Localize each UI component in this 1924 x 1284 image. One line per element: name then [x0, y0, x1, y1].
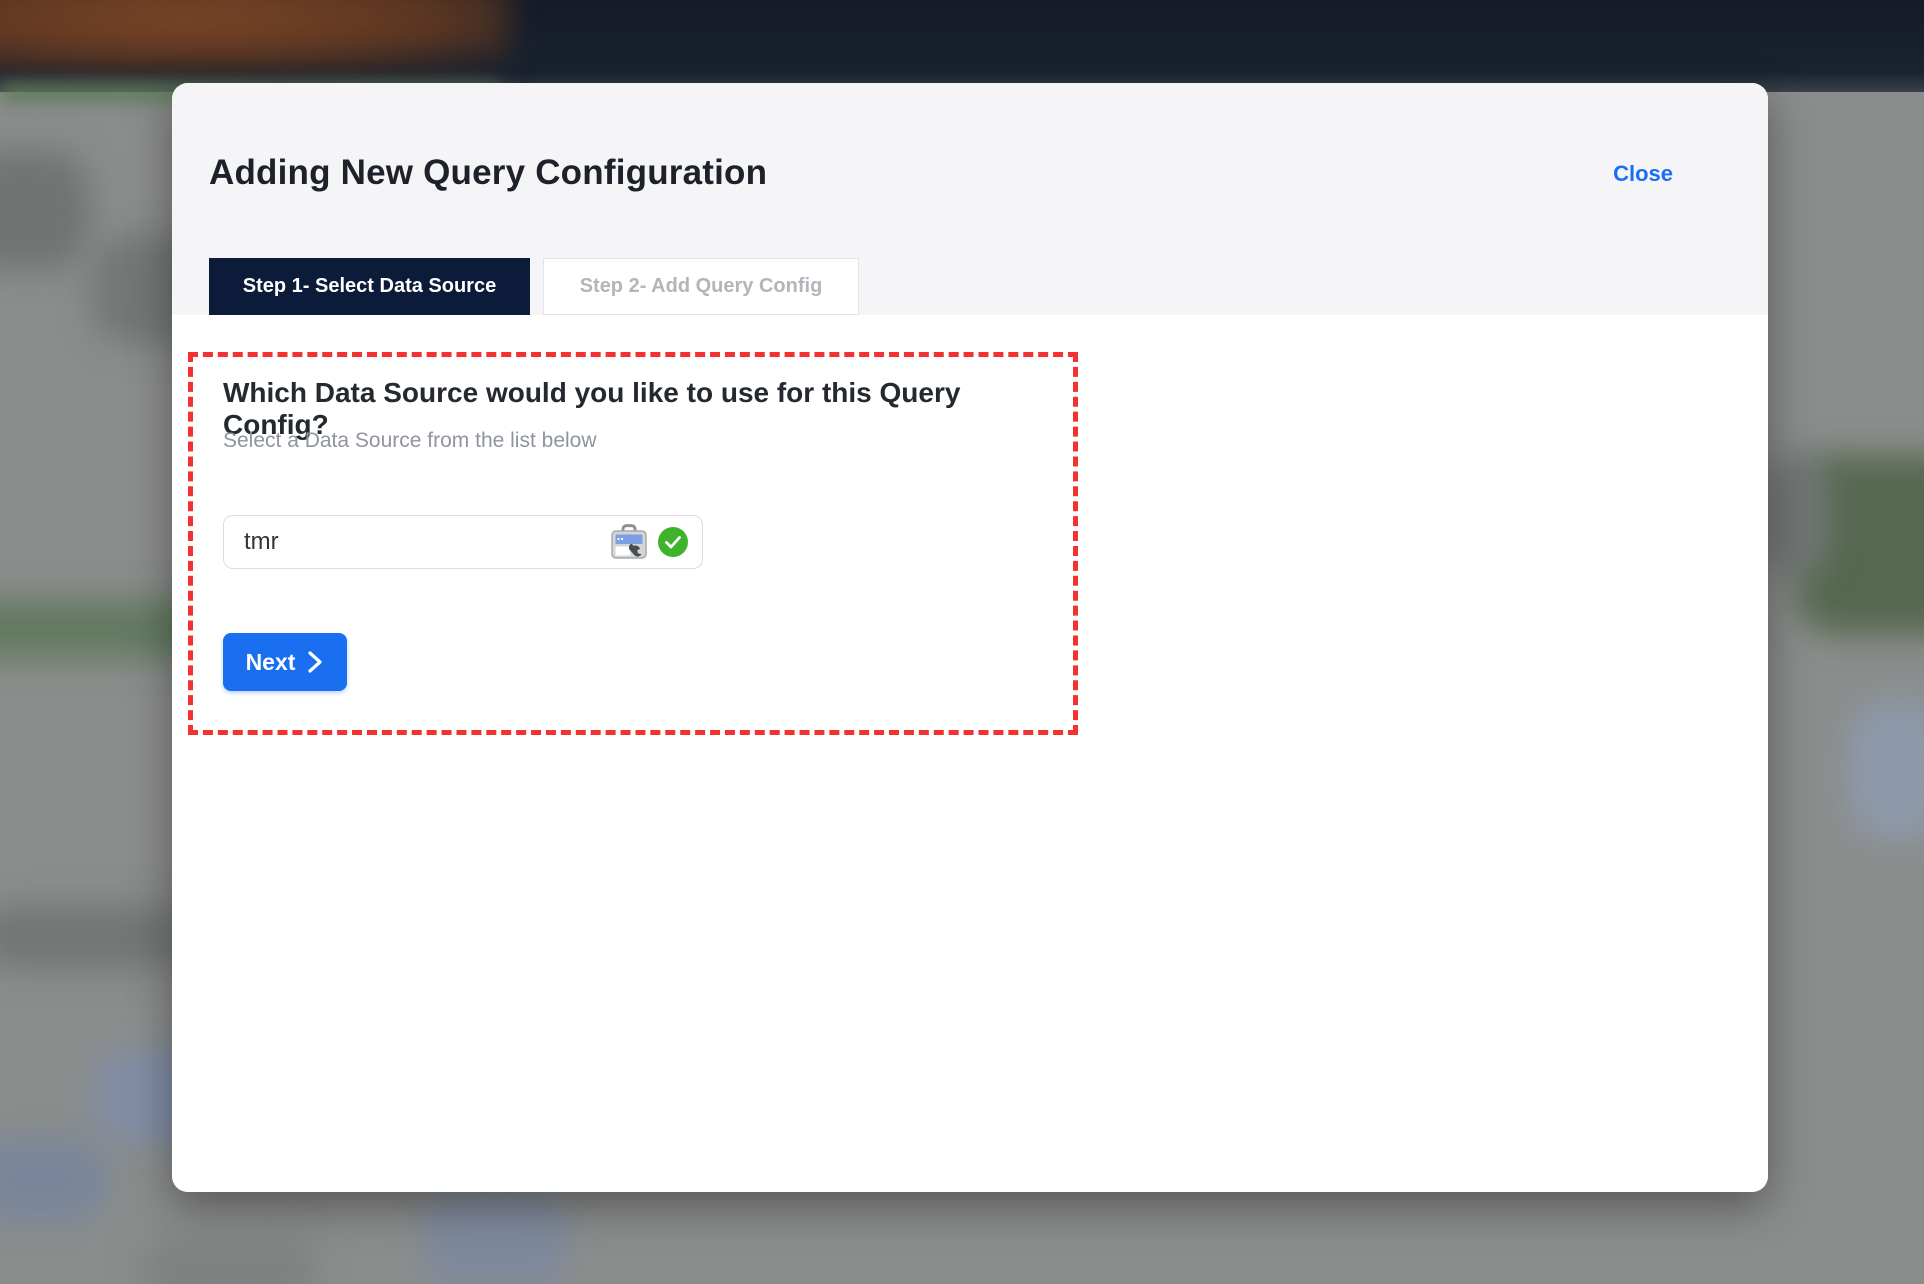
- background-blob: [140, 1235, 320, 1284]
- modal-body: Which Data Source would you like to use …: [172, 315, 1768, 1192]
- toolbox-icon: [609, 523, 649, 561]
- highlight-dashed-box: Which Data Source would you like to use …: [188, 352, 1078, 735]
- background-blob: [0, 905, 190, 969]
- success-check-icon: [658, 527, 688, 557]
- modal-header: Adding New Query Configuration Close Ste…: [172, 83, 1768, 315]
- step-tabs: Step 1- Select Data Source Step 2- Add Q…: [209, 258, 859, 315]
- background-top-nav: [0, 0, 1924, 92]
- background-blob: [1848, 700, 1924, 840]
- background-blob: [1760, 455, 1830, 575]
- tab-step2-add-query-config[interactable]: Step 2- Add Query Config: [543, 258, 859, 315]
- close-button[interactable]: Close: [1613, 161, 1673, 187]
- data-source-select[interactable]: tmr: [223, 515, 703, 569]
- background-logo-blob: [0, 0, 510, 70]
- next-button[interactable]: Next: [223, 633, 347, 691]
- modal-title: Adding New Query Configuration: [209, 153, 767, 193]
- add-query-config-modal: Adding New Query Configuration Close Ste…: [172, 83, 1768, 1192]
- background-blob: [0, 1138, 110, 1224]
- data-source-icons: [609, 523, 688, 561]
- question-hint: Select a Data Source from the list below: [223, 429, 597, 453]
- chevron-right-icon: [307, 650, 324, 674]
- next-button-label: Next: [246, 649, 296, 676]
- tab-step1-select-data-source[interactable]: Step 1- Select Data Source: [209, 258, 530, 315]
- background-blob: [0, 150, 90, 270]
- data-source-value: tmr: [244, 528, 609, 556]
- background-blob: [420, 1196, 570, 1284]
